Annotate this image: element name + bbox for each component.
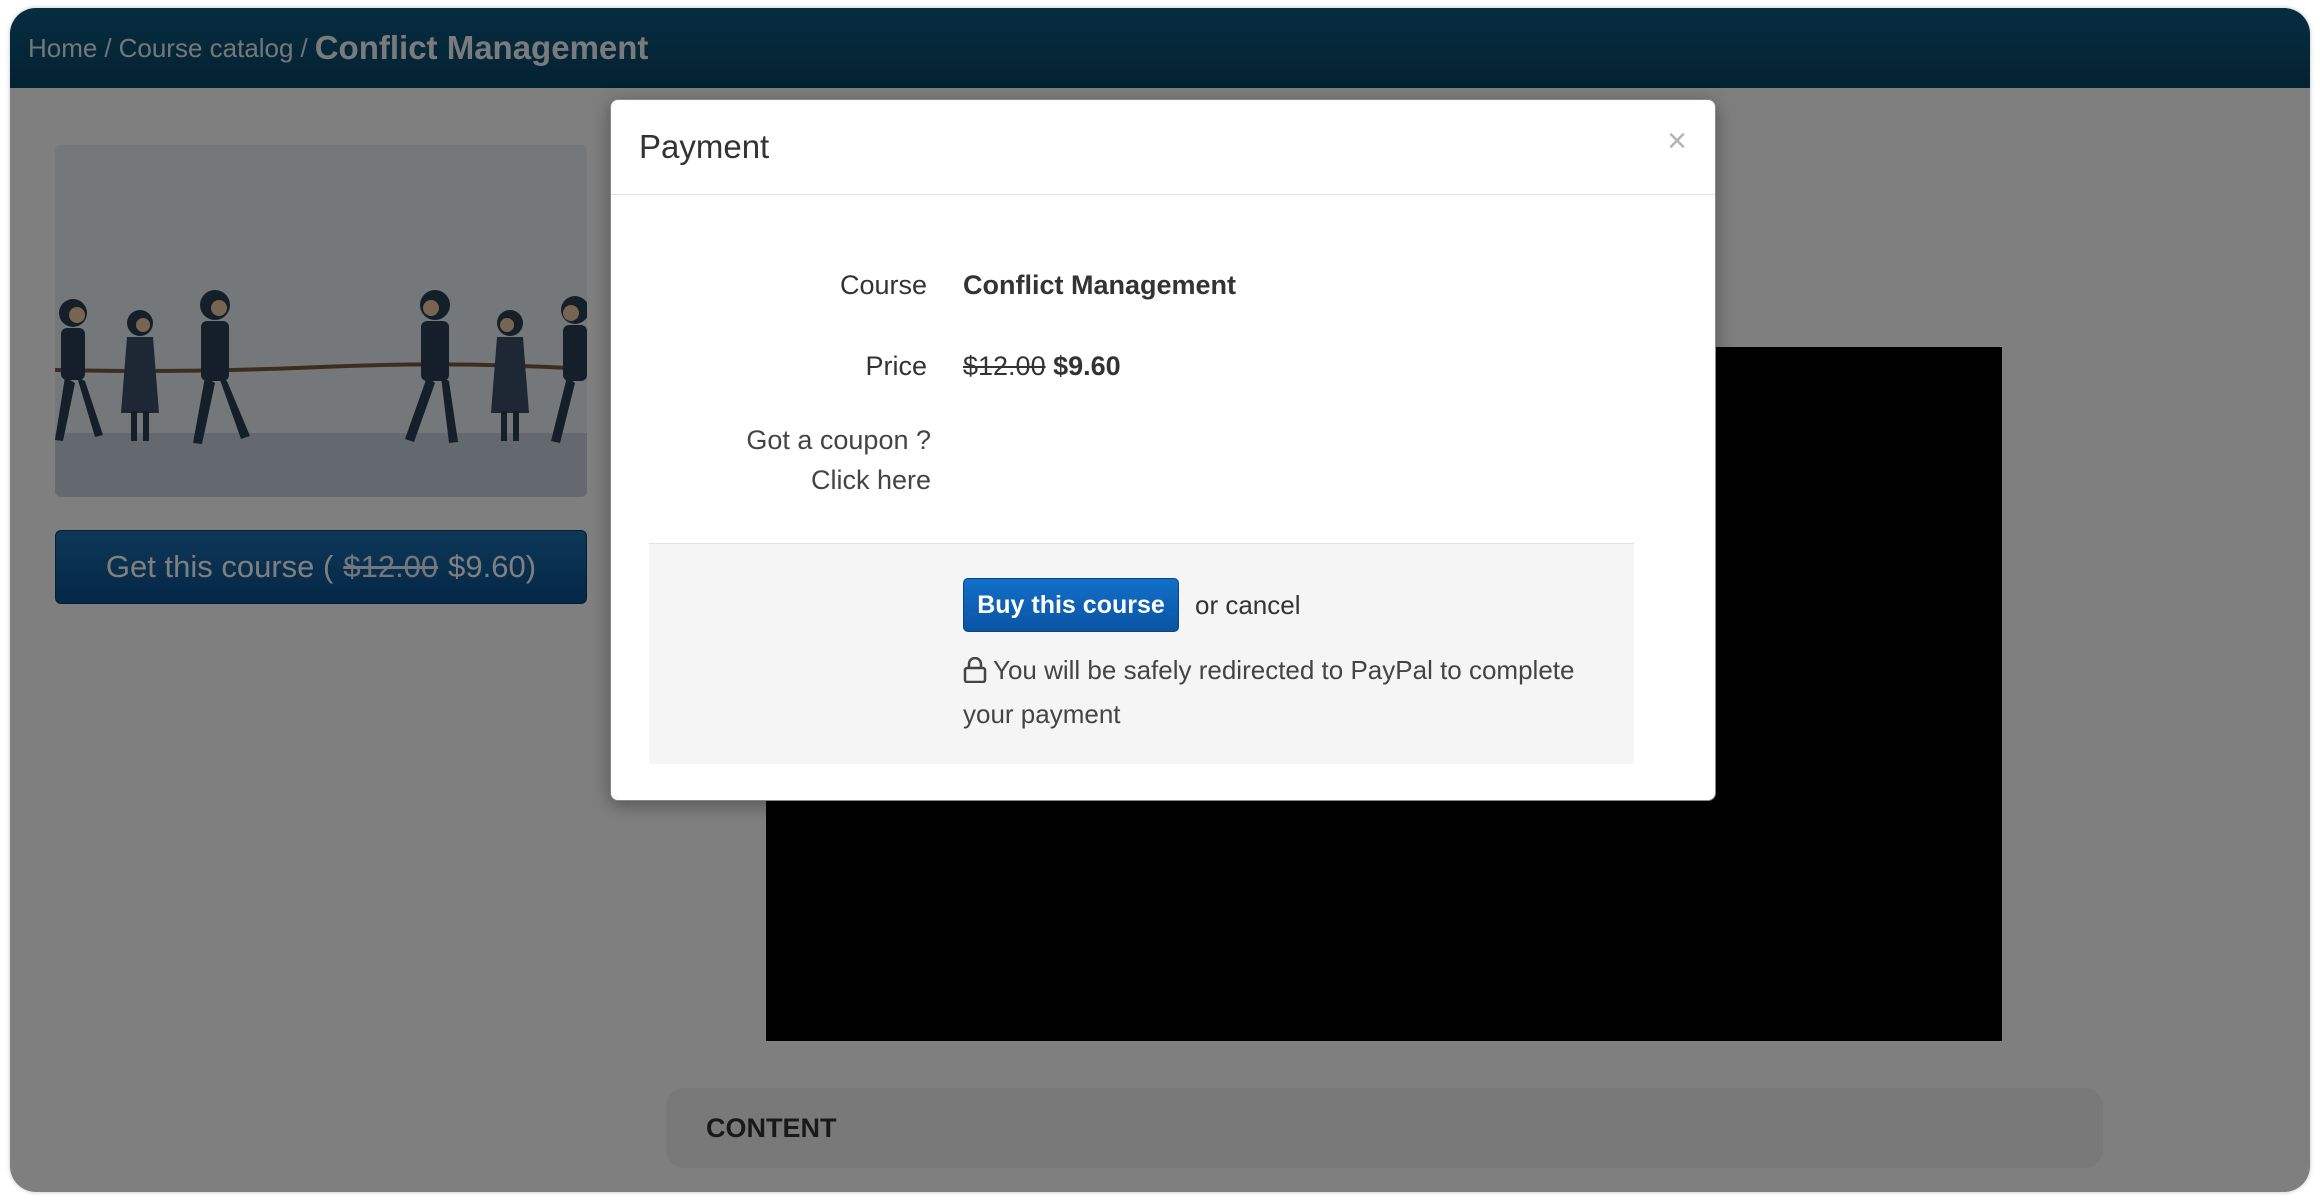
lock-icon xyxy=(963,654,987,694)
paypal-note: You will be safely redirected to PayPal … xyxy=(963,650,1593,734)
course-value: Conflict Management xyxy=(963,270,1237,300)
payment-modal: Payment × Course Conflict Management Pri… xyxy=(610,99,1716,801)
cancel-link[interactable]: or cancel xyxy=(1195,590,1301,621)
price-value: $12.00 $9.60 xyxy=(963,351,1121,382)
modal-title: Payment xyxy=(639,128,770,165)
paypal-note-text: You will be safely redirected to PayPal … xyxy=(963,655,1575,729)
close-icon[interactable]: × xyxy=(1667,122,1687,161)
payment-footer: Buy this course or cancel You will be sa… xyxy=(649,543,1634,764)
new-price: $9.60 xyxy=(1053,351,1121,381)
modal-header: Payment × xyxy=(611,100,1715,195)
price-label: Price xyxy=(865,351,927,381)
coupon-link[interactable]: Got a coupon ? Click here xyxy=(681,420,931,500)
buy-course-button[interactable]: Buy this course xyxy=(963,578,1179,632)
browser-frame: Home / Course catalog / Conflict Managem… xyxy=(10,8,2310,1192)
old-price: $12.00 xyxy=(963,351,1046,381)
course-label: Course xyxy=(839,270,927,300)
